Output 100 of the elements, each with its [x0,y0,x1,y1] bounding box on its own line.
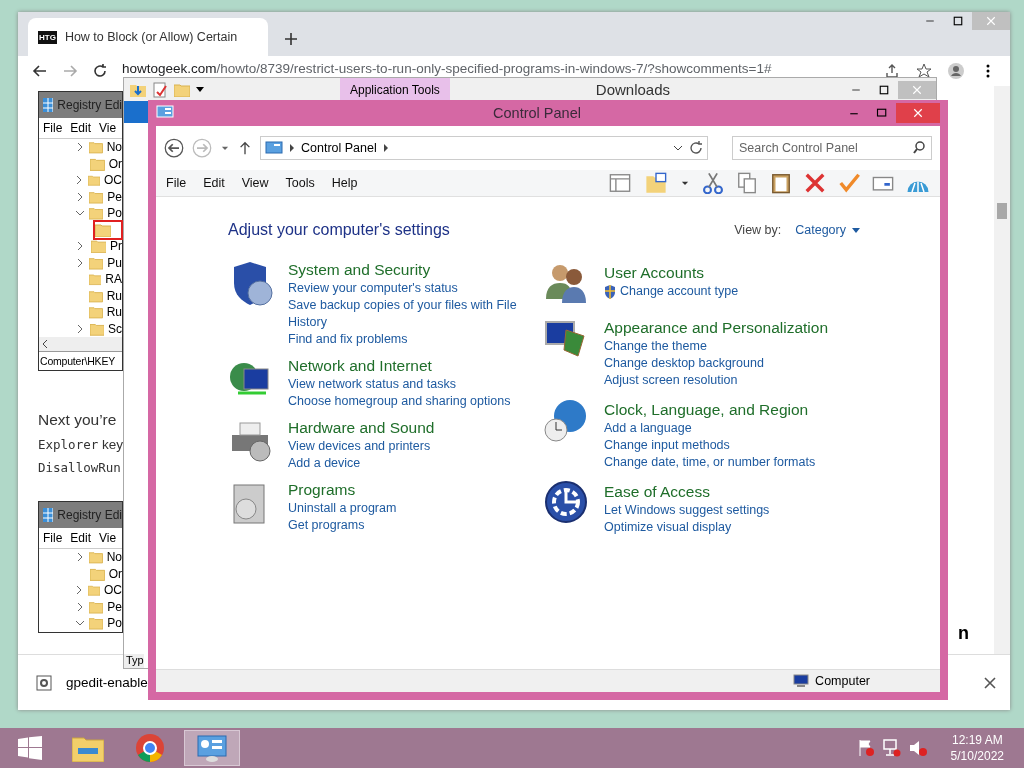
task-link[interactable]: Save backup copies of your files with File History [288,297,518,331]
taskbar-app-button[interactable] [184,730,240,766]
clock[interactable]: 12:19 AM 5/10/2022 [950,732,1004,764]
properties-icon[interactable] [152,81,168,98]
chevron-right-icon [76,585,83,596]
menu-item[interactable]: Edit [203,176,225,190]
category-title-link[interactable]: Hardware and Sound [288,419,435,437]
network-icon[interactable] [882,739,901,757]
caret-icon [852,227,860,233]
task-link[interactable]: Choose homegroup and sharing options [288,393,511,410]
chevron-right-icon [77,241,85,252]
view-by-dropdown[interactable]: Category [795,223,860,237]
task-link[interactable]: Change desktop background [604,355,829,372]
menu-item[interactable]: View [241,176,269,190]
globe-monitor-icon [230,363,269,395]
task-link[interactable]: Adjust screen resolution [604,372,829,389]
browser-tab[interactable]: HTG How to Block (or Allow) Certain [28,18,268,56]
new-folder-icon [174,82,190,97]
tree-item: Ru [106,305,122,320]
folder-options-icon[interactable] [644,172,668,194]
menu-item[interactable]: Tools [285,176,315,190]
menu-item[interactable]: Help [331,176,358,190]
checkmark-icon[interactable] [838,172,860,194]
address-bar[interactable]: Control Panel [260,136,708,160]
search-field[interactable]: Search Control Panel [732,136,932,160]
folder-icon [89,305,103,320]
category-title-link[interactable]: System and Security [288,261,518,279]
view-by-label: View by: [734,223,782,237]
scissors-icon[interactable] [702,172,724,194]
new-tab-icon[interactable] [284,32,298,46]
category-title-link[interactable]: Ease of Access [604,483,770,501]
profile-icon[interactable] [948,63,964,79]
tree-item: OC [104,583,122,598]
tree-item: Or [108,156,122,171]
chevron-down-icon [75,209,86,217]
task-link[interactable]: Change input methods [604,437,816,454]
control-panel-icon [196,734,228,762]
chevron-right-icon [76,323,84,334]
speaker-muted-icon[interactable] [908,739,927,757]
category-title-link[interactable]: Clock, Language, and Region [604,401,816,419]
folder-icon [72,734,104,762]
folder-icon [89,288,103,303]
chevron-down-icon[interactable] [673,145,683,151]
column-header[interactable]: Typ [124,654,144,668]
folder-icon [90,566,105,581]
category-title-link[interactable]: Network and Internet [288,357,511,375]
task-link[interactable]: Optimize visual display [604,519,770,536]
task-link[interactable]: Add a language [604,420,816,437]
scroll-left-icon [41,339,49,349]
article-text: Next you’re [38,411,118,429]
star-icon[interactable] [916,63,932,79]
ribbon-tab[interactable]: Application Tools [340,78,450,101]
delete-x-icon[interactable] [804,172,826,194]
folder-icon [89,255,104,270]
task-link[interactable]: Review your computer's status [288,280,518,297]
menu-item[interactable]: File [166,176,187,190]
chevron-right-icon [76,142,84,153]
browser-logo-icon [135,733,165,763]
task-link[interactable]: Change date, time, or number formats [604,454,816,471]
task-link[interactable]: Add a device [288,455,435,472]
status-path: Computer\HKEY [39,351,122,370]
task-link[interactable]: View devices and printers [288,438,435,455]
file-gear-icon [36,674,52,691]
flag-warning-icon[interactable] [856,739,875,757]
task-link[interactable]: Let Windows suggest settings [604,502,770,519]
share-icon[interactable] [884,63,900,79]
download-file-name[interactable]: gpedit-enable [66,675,148,690]
task-link[interactable]: Find and fix problems [288,331,518,348]
task-link[interactable]: Change account type [620,283,739,300]
task-link[interactable]: View network status and tasks [288,376,511,393]
tree-item: Pe [107,599,122,614]
refresh-icon[interactable] [689,141,703,155]
maximize-icon[interactable] [878,83,890,96]
maximize-icon[interactable] [876,107,888,119]
tree-item: Sc [108,321,122,336]
shield-icon [234,262,273,306]
search-icon [913,141,926,154]
tree-item: OC [104,173,122,188]
folder-icon [89,140,103,155]
category-title-link[interactable]: User Accounts [604,264,739,282]
dropdown-caret-icon[interactable] [196,86,204,93]
task-link[interactable]: Uninstall a program [288,500,397,517]
folder-icon [89,599,104,614]
category-title-link[interactable]: Appearance and Personalization [604,319,829,337]
printer-icon [232,422,271,462]
clipboard-icon[interactable] [770,172,792,194]
windows-logo-icon[interactable] [18,736,42,760]
close-icon[interactable] [984,676,996,689]
category-title-link[interactable]: Programs [288,481,397,499]
reload-icon[interactable] [92,63,108,79]
maximize-icon[interactable] [952,15,964,27]
back-arrow-icon[interactable] [32,63,48,79]
article-text: key [102,437,123,452]
scrollbar[interactable] [994,86,1010,654]
task-link[interactable]: Get programs [288,517,397,534]
layout-pane-icon[interactable] [608,172,632,194]
copy-icon[interactable] [736,172,758,194]
address-bar[interactable]: howtogeek.com/howto/8739/restrict-users-to-run-only-specified-programs-in-windows-7/?showcomments=1# [122,60,772,76]
up-arrow-icon[interactable] [238,141,252,155]
task-link[interactable]: Change the theme [604,338,829,355]
